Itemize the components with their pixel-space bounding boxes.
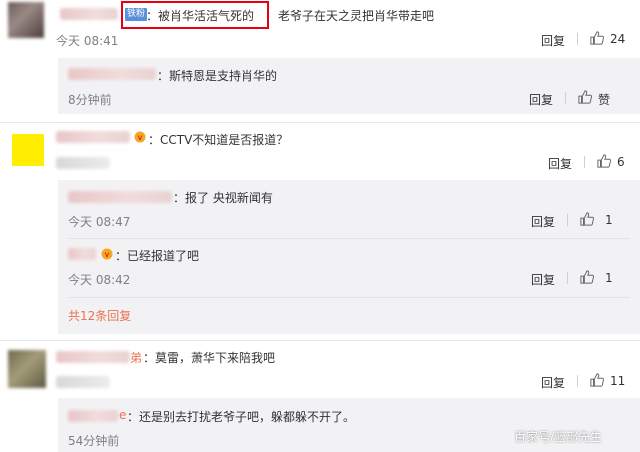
- comment-text-continued: 老爷子在天之灵把肖华带走吧: [278, 9, 435, 23]
- reply-button[interactable]: 回复: [541, 32, 565, 49]
- comment-text: ：CCTV不知道是否报道？: [148, 133, 289, 147]
- username-blurred[interactable]: [56, 351, 130, 363]
- thumbs-up-icon[interactable]: [580, 212, 594, 226]
- reply-button[interactable]: 回复: [531, 271, 555, 288]
- reply-button[interactable]: 回复: [529, 91, 553, 108]
- thumbs-up-icon[interactable]: [578, 90, 592, 104]
- reply-username-blurred[interactable]: [68, 248, 96, 260]
- reply-time: 今天 08:42: [68, 273, 131, 287]
- fan-badge: 铁粉: [125, 8, 148, 21]
- avatar[interactable]: [8, 350, 46, 388]
- time-blurred: [56, 157, 110, 169]
- reply-button[interactable]: 回复: [548, 155, 572, 172]
- reply-text: ：斯特恩是支持肖华的: [157, 69, 278, 83]
- like-count: 24: [610, 32, 626, 46]
- comment-text: ：莫雷，萧华下来陪我吧: [143, 351, 276, 365]
- comment-divider: [0, 122, 640, 123]
- time-blurred: [56, 376, 110, 388]
- reply-text: ：报了 央视新闻有: [173, 191, 273, 205]
- reply-time: 54分钟前: [68, 434, 120, 448]
- reply-time: 今天 08:47: [68, 215, 131, 229]
- reply-username-blurred[interactable]: [68, 191, 172, 203]
- username-suffix[interactable]: 弟: [130, 349, 142, 366]
- username-suffix[interactable]: e: [119, 408, 126, 422]
- reply-divider: [68, 238, 630, 239]
- separator: [565, 92, 566, 104]
- reply-text: ：已经报道了吧: [115, 249, 200, 263]
- vip-icon: v: [134, 131, 146, 143]
- reply-text: ：还是别去打扰老爷子吧，躲都躲不开了。: [127, 410, 356, 424]
- svg-text:v: v: [138, 133, 143, 142]
- like-label[interactable]: 赞: [598, 91, 610, 108]
- comment-text: ：被肖华活活气死的: [146, 9, 255, 23]
- separator: [584, 156, 585, 168]
- more-replies-link[interactable]: 共12条回复: [68, 307, 131, 324]
- username-blurred[interactable]: [60, 8, 118, 20]
- reply-button[interactable]: 回复: [541, 374, 565, 391]
- reply-button[interactable]: 回复: [531, 213, 555, 230]
- thumbs-up-icon[interactable]: [580, 270, 594, 284]
- reply-divider: [68, 297, 630, 298]
- separator: [567, 214, 568, 226]
- comment-time: 今天 08:41: [56, 34, 119, 48]
- reply-username-blurred[interactable]: [68, 410, 118, 422]
- reply-time: 8分钟前: [68, 93, 112, 107]
- vip-icon: v: [101, 248, 113, 260]
- thumbs-up-icon[interactable]: [590, 373, 604, 387]
- thumbs-up-icon[interactable]: [597, 154, 611, 168]
- separator: [577, 375, 578, 387]
- watermark: 百家号/篮部先生: [514, 430, 603, 444]
- like-count: 1: [605, 271, 613, 285]
- reply-username-blurred[interactable]: [68, 68, 156, 80]
- separator: [567, 272, 568, 284]
- separator: [577, 33, 578, 45]
- like-count: 1: [605, 213, 613, 227]
- avatar[interactable]: [12, 134, 44, 166]
- avatar[interactable]: [8, 2, 44, 38]
- username-blurred[interactable]: [56, 131, 130, 143]
- like-count: 6: [617, 155, 625, 169]
- like-count: 11: [610, 374, 626, 388]
- thumbs-up-icon[interactable]: [590, 31, 604, 45]
- comment-divider: [0, 340, 640, 341]
- svg-text:v: v: [105, 250, 110, 259]
